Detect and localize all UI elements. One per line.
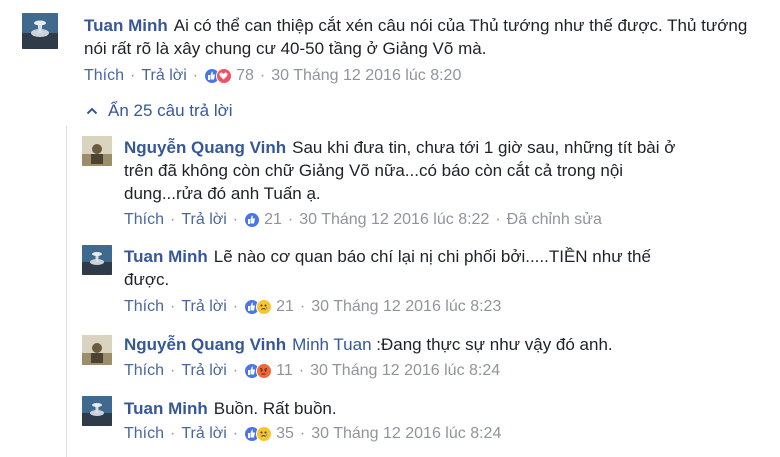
timestamp[interactable]: 30 Tháng 12 2016 lúc 8:22 — [299, 211, 489, 229]
reply-text: :Đang thực sự như vậy đó anh. — [376, 335, 613, 354]
sad-reaction-icon — [256, 426, 273, 442]
hide-replies-label: Ẩn 25 câu trả lời — [108, 101, 233, 120]
like-button[interactable]: Thích — [124, 298, 164, 316]
reply-text: được. — [124, 270, 170, 289]
reply-text: trên đã không còn chữ Giảng Võ nữa...có … — [124, 161, 624, 180]
angry-reaction-icon — [256, 363, 273, 379]
reply-button[interactable]: Trả lời — [141, 67, 186, 85]
reply-actions: Thích · Trả lời · 21 · 30 Tháng 12 2016 … — [124, 298, 502, 316]
reply-button[interactable]: Trả lời — [181, 425, 226, 443]
reaction-count[interactable]: 35 — [276, 425, 294, 443]
reactions[interactable] — [244, 299, 273, 315]
reply-text: Buồn. Rất buồn. — [213, 399, 337, 418]
timestamp[interactable]: 30 Tháng 12 2016 lúc 8:24 — [311, 425, 501, 443]
reply-author[interactable]: Tuan Minh — [124, 247, 208, 266]
reactions[interactable] — [244, 426, 273, 442]
like-button[interactable]: Thích — [84, 67, 124, 85]
sad-reaction-icon — [256, 299, 273, 315]
reaction-count[interactable]: 11 — [276, 362, 293, 380]
reactions[interactable] — [244, 212, 261, 228]
reaction-count[interactable]: 21 — [276, 298, 294, 316]
timestamp[interactable]: 30 Tháng 12 2016 lúc 8:24 — [310, 362, 500, 380]
reply-actions: Thích · Trả lời · 11 · 30 Tháng 12 2016 … — [124, 362, 501, 380]
hide-replies-button[interactable]: Ẩn 25 câu trả lời — [86, 101, 233, 121]
reactions[interactable] — [244, 363, 273, 379]
avatar[interactable] — [22, 13, 58, 49]
reply-body: Nguyễn Quang Vinh Sau khi đưa tin, chưa t… — [124, 136, 764, 205]
reply-button[interactable]: Trả lời — [181, 298, 226, 316]
reply-body: Nguyễn Quang Vinh Minh Tuan :Đang thực sự… — [124, 333, 764, 356]
edited-label[interactable]: Đã chỉnh sửa — [507, 211, 602, 229]
mention-link[interactable]: Minh Tuan — [292, 335, 371, 354]
reply-button[interactable]: Trả lời — [181, 211, 226, 229]
timestamp[interactable]: 30 Tháng 12 2016 lúc 8:20 — [271, 67, 461, 85]
avatar[interactable] — [82, 136, 112, 166]
comment-author[interactable]: Tuan Minh — [84, 16, 168, 35]
like-button[interactable]: Thích — [124, 425, 164, 443]
reply-author[interactable]: Nguyễn Quang Vinh — [124, 138, 286, 157]
chevron-up-icon — [86, 107, 98, 115]
reaction-count[interactable]: 78 — [236, 67, 254, 85]
reply-author[interactable]: Nguyễn Quang Vinh — [124, 335, 286, 354]
reply-button[interactable]: Trả lời — [181, 362, 226, 380]
avatar[interactable] — [82, 335, 112, 365]
avatar[interactable] — [82, 245, 112, 275]
thread-line — [66, 126, 67, 457]
comment-actions: Thích · Trả lời · 78 · 30 Tháng 12 2016 … — [84, 67, 462, 85]
timestamp[interactable]: 30 Tháng 12 2016 lúc 8:23 — [311, 298, 501, 316]
like-button[interactable]: Thích — [124, 211, 164, 229]
reply-actions: Thích · Trả lời · 35 · 30 Tháng 12 2016 … — [124, 425, 502, 443]
reply-text: Lẽ nào cơ quan báo chí lại nị chi phối b… — [213, 247, 651, 266]
love-reaction-icon — [216, 68, 233, 84]
comment-text: Ai có thể can thiệp cắt xén câu nói của … — [84, 16, 748, 58]
reply-body: Tuan Minh Lẽ nào cơ quan báo chí lại nị c… — [124, 245, 764, 291]
reply-body: Tuan Minh Buồn. Rất buồn. — [124, 397, 764, 420]
reply-actions: Thích · Trả lời · 21 · 30 Tháng 12 2016 … — [124, 211, 602, 229]
reply-author[interactable]: Tuan Minh — [124, 399, 208, 418]
avatar[interactable] — [82, 396, 112, 426]
like-reaction-icon — [244, 212, 261, 228]
reaction-count[interactable]: 21 — [264, 211, 282, 229]
reactions[interactable] — [204, 68, 233, 84]
reply-text: dung...rửa đó anh Tuấn ạ. — [124, 184, 321, 203]
comment-body: Tuan Minh Ai có thể can thiệp cắt xén câu… — [84, 14, 774, 60]
like-button[interactable]: Thích — [124, 362, 164, 380]
reply-text: Sau khi đưa tin, chưa tới 1 giờ sau, nhữ… — [292, 138, 676, 157]
